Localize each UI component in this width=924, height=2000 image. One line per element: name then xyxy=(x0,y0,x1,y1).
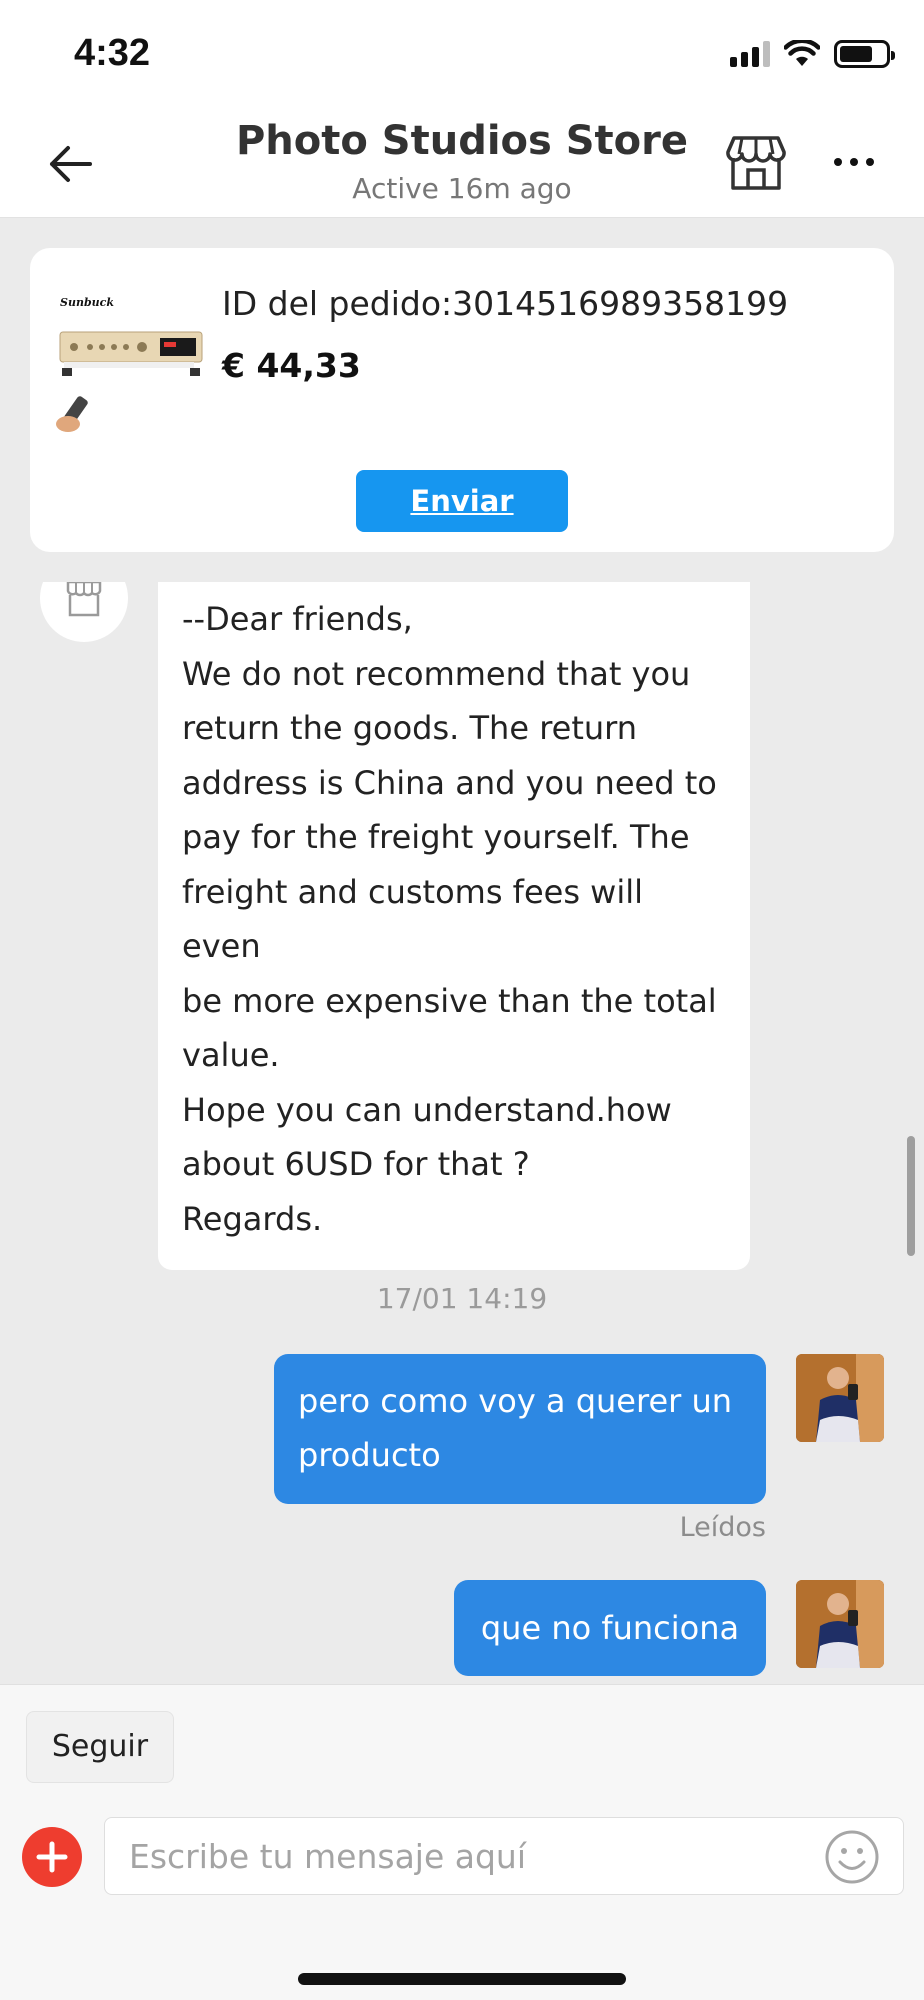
incoming-message[interactable]: --Dear friends, We do not recommend that… xyxy=(158,582,750,1270)
message-line: about 6USD for that ? xyxy=(182,1145,530,1183)
message-line: return the goods. The return xyxy=(182,709,638,747)
battery-icon xyxy=(834,40,895,68)
store-avatar[interactable] xyxy=(40,582,128,642)
store-icon xyxy=(726,136,786,190)
order-area: Sunbuck ID del pedido:3014516989358199 €… xyxy=(0,218,924,582)
send-order-button[interactable]: Enviar xyxy=(356,470,568,532)
user-avatar[interactable] xyxy=(796,1580,884,1668)
outgoing-message[interactable]: pero como voy a querer un producto xyxy=(274,1354,766,1504)
message-line: Regards. xyxy=(182,1199,323,1238)
outgoing-message[interactable]: que no funciona xyxy=(454,1580,766,1676)
chat-messages[interactable]: --Dear friends, We do not recommend that… xyxy=(0,582,924,1684)
message-line: value. xyxy=(182,1036,280,1074)
message-line: Hope you can understand.how xyxy=(182,1090,672,1129)
order-id: ID del pedido:3014516989358199 xyxy=(222,284,789,323)
message-input[interactable] xyxy=(104,1817,904,1895)
product-image[interactable]: Sunbuck xyxy=(56,284,206,434)
emoji-icon xyxy=(825,1830,879,1884)
emoji-button[interactable] xyxy=(824,1829,880,1885)
message-line: We do not recommend that you xyxy=(182,654,691,693)
product-brand: Sunbuck xyxy=(60,296,114,309)
follow-button[interactable]: Seguir xyxy=(26,1711,174,1783)
chat-scrollbar[interactable] xyxy=(907,1136,915,1256)
message-line: --Dear friends, xyxy=(182,600,413,638)
order-card[interactable]: Sunbuck ID del pedido:3014516989358199 €… xyxy=(30,248,894,552)
status-icons xyxy=(730,40,895,68)
message-line: freight and customs fees will even xyxy=(182,872,643,966)
more-options-icon[interactable] xyxy=(824,140,884,184)
wifi-icon xyxy=(784,40,820,66)
store-icon xyxy=(66,582,102,617)
message-line: address is China and you need to xyxy=(182,763,717,802)
signal-icon xyxy=(730,41,770,67)
add-attachment-button[interactable] xyxy=(22,1827,82,1887)
status-time: 4:32 xyxy=(74,32,151,74)
add-icon xyxy=(36,1841,68,1873)
read-status: Leídos xyxy=(679,1512,766,1543)
user-avatar[interactable] xyxy=(796,1354,884,1442)
message-timestamp: 17/01 14:19 xyxy=(376,1282,548,1315)
chat-header: Photo Studios Store Active 16m ago xyxy=(0,110,924,218)
message-line: pay for the freight yourself. The xyxy=(182,818,690,856)
bottom-bar: Seguir xyxy=(0,1684,924,2000)
message-line: be more expensive than the total xyxy=(182,981,717,1020)
home-indicator[interactable] xyxy=(298,1973,626,1985)
store-button[interactable] xyxy=(724,130,788,194)
order-price: € 44,33 xyxy=(222,346,361,385)
status-bar: 4:32 xyxy=(0,0,924,110)
